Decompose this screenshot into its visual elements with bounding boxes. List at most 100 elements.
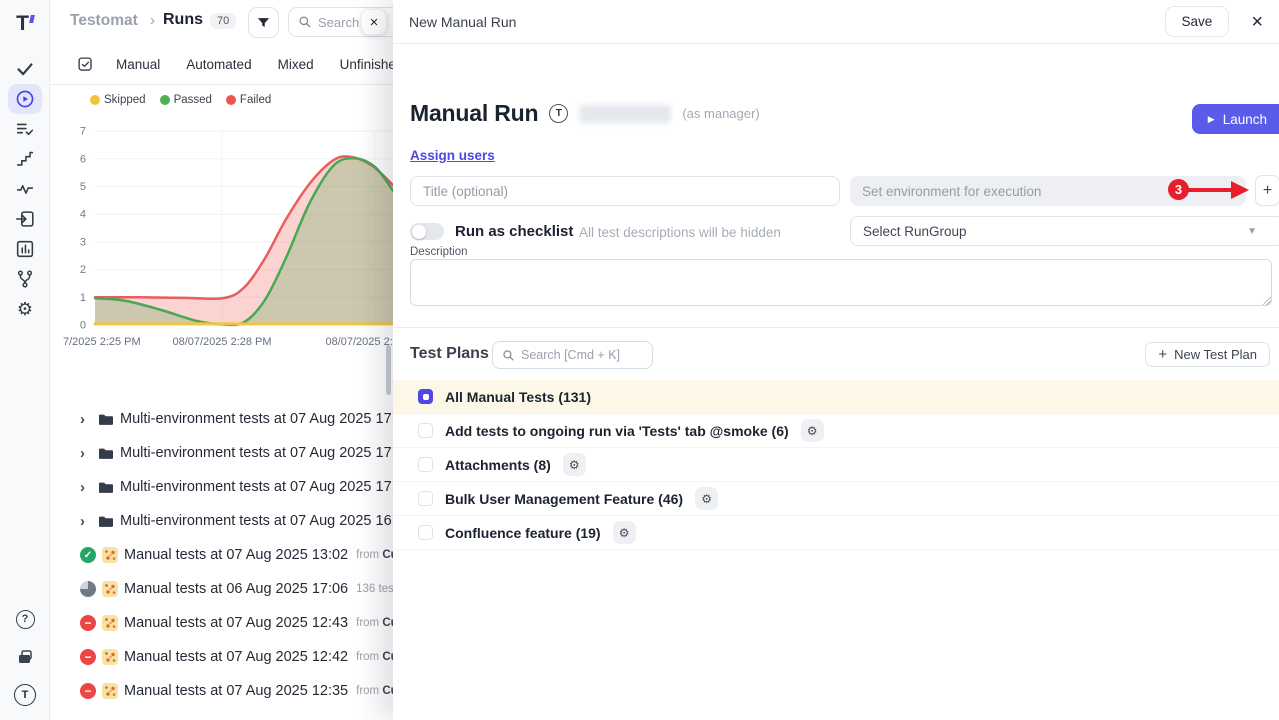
- brand-logo-accent: [29, 15, 35, 23]
- drawer-header: New Manual Run Save ×: [393, 0, 1279, 44]
- project-badge-icon: T: [549, 104, 568, 123]
- search-icon: [298, 15, 312, 29]
- filter-button[interactable]: [248, 7, 279, 38]
- manual-run-icon: [102, 547, 118, 563]
- app-window: T: [0, 0, 1279, 720]
- save-button[interactable]: Save: [1165, 6, 1230, 37]
- sidebar-item-branches[interactable]: [8, 264, 42, 294]
- gear-icon: ⚙: [17, 300, 33, 318]
- run-folder-row[interactable]: › Multi-environment tests at 07 Aug 2025…: [50, 504, 393, 538]
- add-environment-button[interactable]: +: [1255, 175, 1279, 206]
- sidebar-item-pulse[interactable]: [8, 174, 42, 204]
- annotation-step-badge: 3: [1168, 179, 1189, 200]
- sidebar-item-help[interactable]: ?: [8, 604, 42, 634]
- description-textarea[interactable]: [410, 259, 1272, 306]
- sidebar-item-test-plans[interactable]: [8, 114, 42, 144]
- test-plan-row[interactable]: Attachments (8) ⚙: [393, 448, 1279, 482]
- x-axis-label: 08/07/2025 2:28 PM: [172, 336, 271, 348]
- new-manual-run-drawer: New Manual Run Save × Manual Run T (as m…: [393, 0, 1279, 720]
- run-label: Multi-environment tests at 07 Aug 2025 1…: [120, 479, 393, 495]
- test-plans-heading: Test Plans: [410, 345, 489, 363]
- test-plan-settings-button[interactable]: ⚙: [613, 521, 636, 544]
- sidebar-item-analytics[interactable]: [8, 234, 42, 264]
- runs-tabs-bar: Manual Automated Mixed Unfinished: [50, 44, 393, 85]
- run-row[interactable]: Manual tests at 06 Aug 2025 17:06136 tes…: [50, 572, 393, 606]
- folder-icon: [98, 514, 114, 529]
- run-folder-row[interactable]: › Multi-environment tests at 07 Aug 2025…: [50, 470, 393, 504]
- import-icon: [14, 208, 36, 230]
- run-as-checklist-toggle[interactable]: [410, 223, 444, 240]
- run-row[interactable]: − Manual tests at 07 Aug 2025 12:35from …: [50, 674, 393, 708]
- run-hero: Manual Run T (as manager): [410, 100, 760, 127]
- scrollbar-thumb[interactable]: [386, 345, 391, 395]
- topbar: Testomat › Runs 70 ×: [50, 0, 393, 44]
- tab-unfinished[interactable]: Unfinished: [340, 57, 393, 72]
- search-clear-button[interactable]: ×: [361, 9, 387, 35]
- chevron-right-icon[interactable]: ›: [80, 479, 98, 496]
- x-axis-label: 08/07/2025 2:30 PM: [325, 336, 393, 348]
- run-row[interactable]: − Manual tests at 07 Aug 2025 12:42from …: [50, 640, 393, 674]
- area-chart: 01234567: [63, 121, 393, 334]
- sidebar-item-settings[interactable]: ⚙: [8, 294, 42, 324]
- close-icon[interactable]: ×: [1251, 12, 1263, 32]
- plus-icon: +: [1158, 346, 1167, 363]
- brand-logo[interactable]: T: [0, 8, 50, 40]
- new-test-plan-button[interactable]: + New Test Plan: [1145, 342, 1270, 367]
- sidebar-item-runs[interactable]: [8, 84, 42, 114]
- test-plans-search-input[interactable]: [521, 348, 639, 362]
- run-folder-row[interactable]: › Multi-environment tests at 07 Aug 2025…: [50, 436, 393, 470]
- sidebar-item-docs[interactable]: [8, 642, 42, 672]
- assign-users-link[interactable]: Assign users: [410, 148, 495, 163]
- run-folder-row[interactable]: › Multi-environment tests at 07 Aug 2025…: [50, 402, 393, 436]
- svg-text:2: 2: [80, 264, 86, 276]
- svg-text:3: 3: [80, 236, 86, 248]
- tab-manual[interactable]: Manual: [116, 57, 160, 72]
- chevron-down-icon: ▼: [1247, 226, 1257, 237]
- select-all-icon[interactable]: [77, 56, 94, 78]
- sidebar-item-tests[interactable]: [8, 54, 42, 84]
- run-label: Manual tests at 07 Aug 2025 12:35: [124, 683, 348, 699]
- chevron-right-icon[interactable]: ›: [80, 513, 98, 530]
- test-plan-checkbox[interactable]: [418, 423, 433, 438]
- tab-automated[interactable]: Automated: [186, 57, 251, 72]
- sidebar-item-milestones[interactable]: [8, 144, 42, 174]
- funnel-icon: [256, 15, 271, 30]
- legend-skipped: Skipped: [90, 94, 146, 106]
- runs-chart: 01234567: [63, 121, 393, 339]
- app-sidebar: T: [0, 0, 50, 720]
- breadcrumb-project[interactable]: Testomat: [70, 12, 138, 30]
- test-plan-row[interactable]: All Manual Tests (131): [393, 380, 1279, 414]
- test-plan-row[interactable]: Confluence feature (19) ⚙: [393, 516, 1279, 550]
- launch-button[interactable]: ▶ Launch: [1192, 104, 1279, 134]
- test-plan-settings-button[interactable]: ⚙: [695, 487, 718, 510]
- toggle-knob: [412, 225, 426, 239]
- test-plan-settings-button[interactable]: ⚙: [801, 419, 824, 442]
- gear-icon: ⚙: [807, 425, 818, 437]
- gear-icon: ⚙: [569, 459, 580, 471]
- test-plan-settings-button[interactable]: ⚙: [563, 453, 586, 476]
- chevron-right-icon[interactable]: ›: [80, 445, 98, 462]
- rungroup-select[interactable]: Select RunGroup ▼: [850, 216, 1279, 246]
- chevron-right-icon[interactable]: ›: [80, 411, 98, 428]
- help-icon: ?: [16, 610, 35, 629]
- test-plan-label: Confluence feature (19): [445, 525, 601, 541]
- branch-icon: [14, 268, 36, 290]
- test-plan-row[interactable]: Add tests to ongoing run via 'Tests' tab…: [393, 414, 1279, 448]
- run-title-input[interactable]: [410, 176, 840, 206]
- run-row[interactable]: − Manual tests at 07 Aug 2025 12:43from …: [50, 606, 393, 640]
- run-heading: Manual Run: [410, 100, 538, 127]
- test-plan-checkbox[interactable]: [418, 491, 433, 506]
- test-plan-checkbox[interactable]: [418, 389, 433, 404]
- run-row[interactable]: ✓ Manual tests at 07 Aug 2025 13:02from …: [50, 538, 393, 572]
- sidebar-item-import[interactable]: [8, 204, 42, 234]
- redacted-project-name: [579, 105, 671, 123]
- test-plans-search[interactable]: [492, 341, 653, 369]
- test-plan-checkbox[interactable]: [418, 457, 433, 472]
- tab-mixed[interactable]: Mixed: [278, 57, 314, 72]
- sidebar-item-brand[interactable]: T: [8, 680, 42, 710]
- svg-text:7: 7: [80, 126, 86, 138]
- svg-text:0: 0: [80, 320, 86, 332]
- runs-page: Testomat › Runs 70 × Manual Automated Mixe…: [50, 0, 393, 720]
- test-plan-checkbox[interactable]: [418, 525, 433, 540]
- test-plan-row[interactable]: Bulk User Management Feature (46) ⚙: [393, 482, 1279, 516]
